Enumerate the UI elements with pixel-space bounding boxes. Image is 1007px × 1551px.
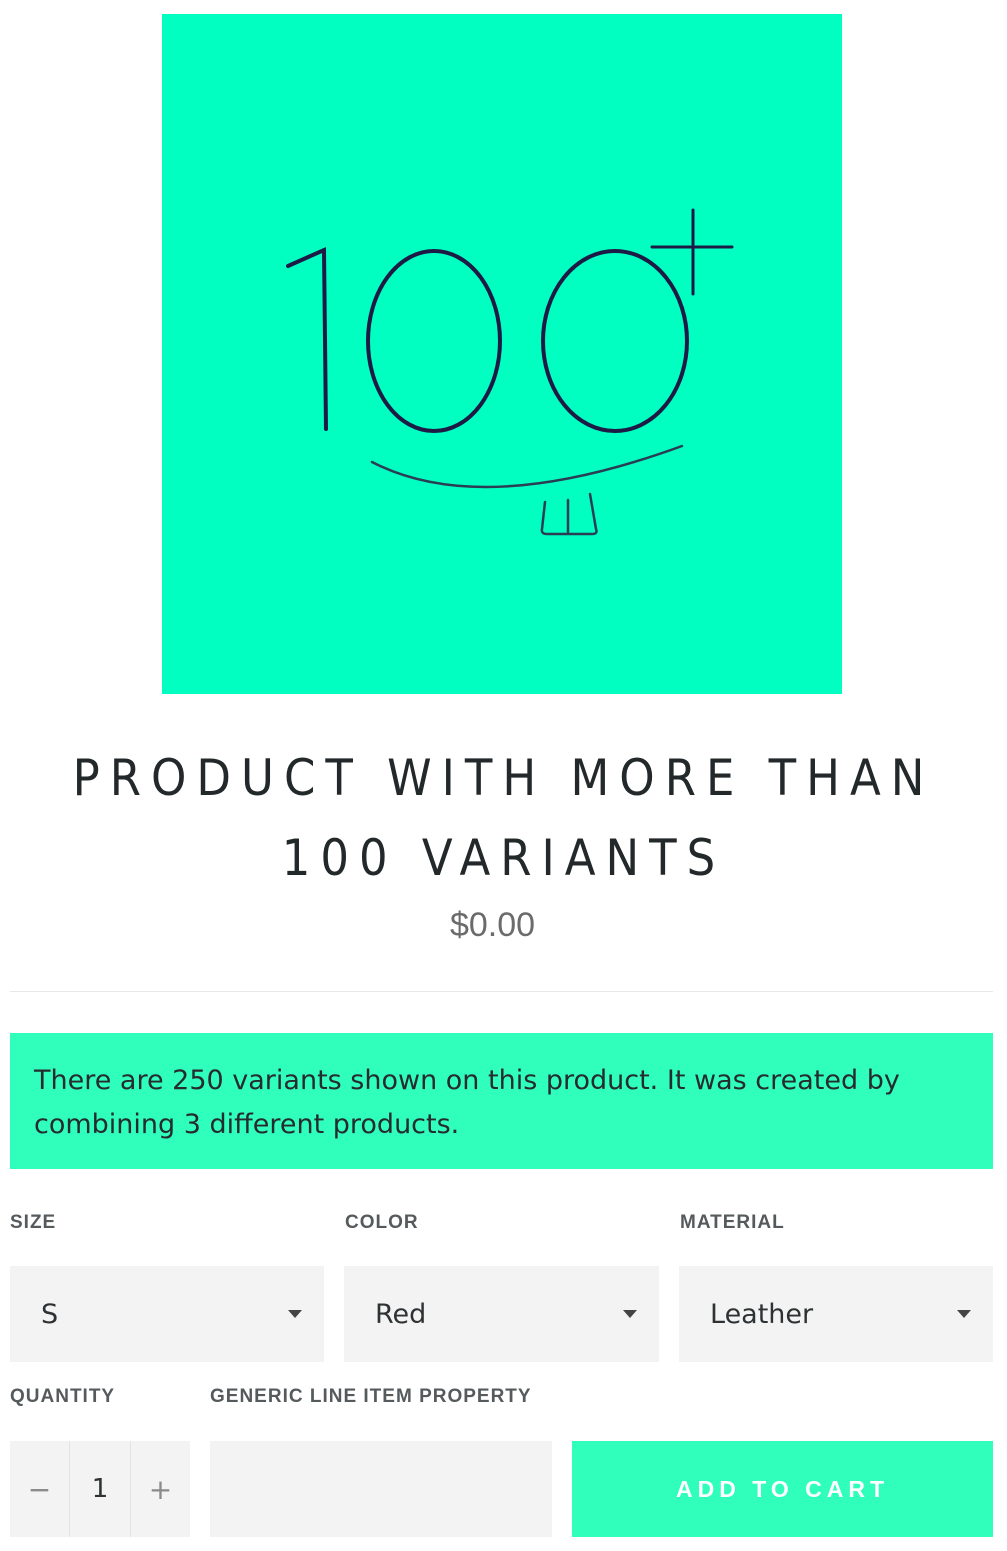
divider (10, 991, 993, 992)
chevron-down-icon (288, 1310, 302, 1318)
size-select[interactable]: S (10, 1266, 324, 1362)
material-select-value: Leather (710, 1298, 814, 1330)
quantity-input[interactable]: 1 (69, 1441, 131, 1537)
decrease-quantity-button[interactable]: − (10, 1441, 69, 1537)
product-price: $0.00 (449, 906, 536, 944)
chevron-down-icon (623, 1310, 637, 1318)
color-label: COLOR (345, 1212, 419, 1233)
color-select-value: Red (375, 1298, 427, 1330)
add-to-cart-button[interactable]: ADD TO CART (572, 1441, 993, 1537)
material-select[interactable]: Leather (679, 1266, 993, 1362)
product-illustration (286, 208, 734, 536)
quantity-label: QUANTITY (10, 1386, 116, 1407)
increase-quantity-button[interactable]: + (131, 1441, 190, 1537)
product-image (162, 14, 842, 694)
chevron-down-icon (957, 1310, 971, 1318)
line-item-property-input[interactable] (210, 1441, 552, 1537)
product-title: PRODUCT WITH MORE THAN 100 VARIANTS (72, 749, 935, 887)
size-label: SIZE (10, 1212, 57, 1233)
line-item-property-label: GENERIC LINE ITEM PROPERTY (210, 1386, 532, 1407)
color-select[interactable]: Red (344, 1266, 659, 1362)
size-select-value: S (41, 1298, 59, 1330)
quantity-stepper: − 1 + (10, 1441, 190, 1537)
material-label: MATERIAL (680, 1212, 785, 1233)
variants-notice: There are 250 variants shown on this pro… (10, 1033, 993, 1169)
